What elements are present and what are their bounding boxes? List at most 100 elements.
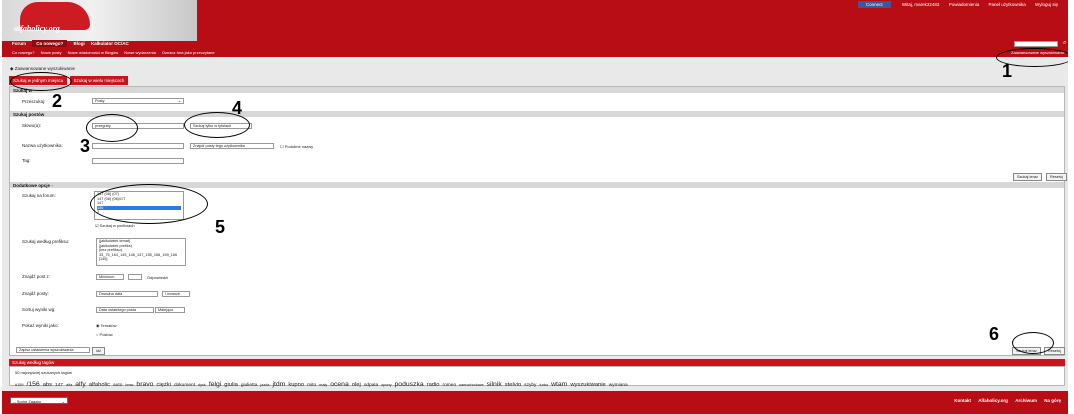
tag-link[interactable]: alfy <box>75 381 86 388</box>
nav-whats-new[interactable]: Co nowego? <box>32 40 68 47</box>
username-label: Nazwa użytkownika: <box>22 143 63 148</box>
tab-search-many-places[interactable]: Szukaj w wielu miejscach <box>69 76 129 85</box>
site-link[interactable]: Alfaholicy.org <box>978 398 1008 403</box>
tag-link[interactable]: felgi <box>209 381 221 388</box>
subnav-new-events[interactable]: Nowe wydarzenia <box>124 50 156 55</box>
subnav-whats-new[interactable]: Co nowego? <box>12 50 34 55</box>
post-count-input[interactable] <box>128 274 142 280</box>
tag-link[interactable]: odpala <box>364 383 378 388</box>
username-mode-select[interactable]: Znajdź posty tego użytkownika <box>190 143 274 149</box>
collapse-icon[interactable]: ◦ <box>51 183 53 188</box>
search-icon[interactable]: ⌕ <box>1063 40 1066 47</box>
annotation-ellipse-6 <box>1012 332 1054 354</box>
tag-link[interactable]: abs <box>43 382 52 388</box>
username-input[interactable] <box>92 143 184 149</box>
tag-link[interactable]: dokument <box>174 383 195 388</box>
notifications-link[interactable]: Powiadomienia <box>949 2 980 7</box>
prefix-option[interactable]: 33_75_164_145_146_147_155_156_159_166 <box>99 253 183 258</box>
tag-link[interactable]: turbo <box>539 383 548 387</box>
sort-order-select[interactable]: Malejąco <box>155 307 185 313</box>
tag-link[interactable]: bmw <box>125 383 133 387</box>
tag-link[interactable]: wymiana <box>609 383 628 388</box>
tag-link[interactable]: giulietta <box>241 383 258 388</box>
tag-input[interactable] <box>92 158 184 164</box>
username-link[interactable]: marek32483 <box>914 2 939 7</box>
tag-link[interactable]: kupno <box>288 382 304 388</box>
breadcrumb-current: Zaawansowane wyszukiwanie <box>14 66 75 71</box>
archive-link[interactable]: Archiwum <box>1015 398 1037 403</box>
prefix-label: Szukaj według prefiksu: <box>22 239 70 244</box>
annotation-number-1: 1 <box>1002 61 1013 81</box>
tag-link[interactable]: silnik <box>487 381 502 388</box>
username-mode-value: Znajdź posty tego użytkownika <box>193 144 245 148</box>
tag-link[interactable]: samochodowe <box>459 383 483 387</box>
tag-link[interactable]: wtam <box>551 381 567 388</box>
tag-link[interactable]: olej <box>352 382 361 388</box>
display-label: Pokaż wyniki jako: <box>22 323 59 328</box>
style-value: -- Sprint Zagato <box>13 399 41 404</box>
post-count-label: Znajdź post z: <box>22 274 51 279</box>
subforum-checkbox[interactable]: ☑ Szukaj w podforach <box>95 223 135 228</box>
tag-link[interactable]: opony <box>381 383 391 387</box>
tag-link[interactable]: ciężki <box>156 382 171 388</box>
nav-blogs[interactable]: Blogi <box>74 41 85 46</box>
tag-link[interactable]: romeo <box>443 383 457 388</box>
annotation-ellipse-2 <box>10 72 72 91</box>
date-label: Znajdź posty: <box>22 291 49 296</box>
tag-link[interactable]: auto <box>113 383 122 388</box>
tag-link[interactable]: /156 <box>26 381 39 388</box>
tag-link[interactable]: jazda <box>260 383 269 387</box>
display-topics-label: Tematów <box>100 323 117 328</box>
search-in-select[interactable]: Posty ⌄ <box>92 98 184 104</box>
tag-link[interactable]: wyszukiwanie <box>570 382 605 388</box>
tag-link[interactable]: dysk <box>198 383 206 387</box>
tag-link[interactable]: 147 <box>55 383 63 388</box>
logout-link[interactable]: Wyloguj się <box>1035 2 1058 7</box>
tag-link[interactable]: poduszka <box>395 381 424 388</box>
tag-label: Tag: <box>22 158 31 163</box>
post-count-select[interactable]: Minimum <box>96 274 124 280</box>
subnav-new-posts[interactable]: Nowe posty <box>41 50 62 55</box>
subnav-mark-read[interactable]: Oznacz fora jako przeczytane <box>162 50 215 55</box>
tag-link[interactable]: alfa <box>66 383 72 387</box>
nav-calculator[interactable]: Kalkulator OC/AC <box>91 41 129 46</box>
forum-label: Szukaj na forum: <box>22 193 56 198</box>
header-search-input[interactable] <box>1014 41 1058 47</box>
date-direction-select[interactable]: I nowsze <box>162 291 190 297</box>
prefix-list[interactable]: (jakikolwiek temat) (jakikolwiek prefiks… <box>96 238 186 266</box>
tag-link[interactable]: #159 <box>15 383 23 387</box>
display-topics-radio[interactable]: ◉ Tematów <box>96 323 117 328</box>
top-link[interactable]: Na górę <box>1044 398 1061 403</box>
facebook-connect-button[interactable]: Connect <box>857 1 891 8</box>
tag-link[interactable]: mały <box>319 383 327 387</box>
tag-link[interactable]: alfaholic <box>89 382 110 388</box>
contact-link[interactable]: Kontakt <box>954 398 971 403</box>
tag-link[interactable]: stelvio <box>505 382 521 388</box>
prefix-option[interactable]: [145] <box>99 257 183 262</box>
main-navigation: Forum Co nowego? Blogi Kalkulator OC/AC <box>12 40 134 47</box>
tags-header: Szukaj według tagów <box>9 359 1065 366</box>
tag-link[interactable]: bravo <box>136 381 153 388</box>
exact-name-option[interactable]: ☐ Podobne nazwy <box>280 144 313 149</box>
annotation-number-5: 5 <box>215 217 226 237</box>
page-frame: alfaholicy.org Connect Witaj, marek32483… <box>2 0 1068 414</box>
sort-select[interactable]: Data ostatniego posta <box>96 307 154 313</box>
tag-link[interactable]: mito <box>307 383 316 388</box>
user-panel-link[interactable]: Panel użytkownika <box>988 2 1025 7</box>
tag-link[interactable]: radio <box>427 382 440 388</box>
date-select[interactable]: Dowolna data <box>96 291 158 297</box>
top-search-button[interactable]: Szukaj teraz <box>1013 173 1042 181</box>
style-select[interactable]: -- Sprint Zagato ⌄ <box>10 397 68 404</box>
tag-link[interactable]: giulia <box>224 382 238 388</box>
tag-link[interactable]: jtdm <box>272 381 285 388</box>
nav-forum[interactable]: Forum <box>12 41 26 46</box>
tag-link[interactable]: szyby <box>524 383 536 388</box>
display-posts-radio[interactable]: ○ Postów <box>96 332 113 337</box>
go-button[interactable]: Idź <box>92 347 106 355</box>
subnav-new-blogs[interactable]: Nowe wiadomości w Blogów <box>68 50 118 55</box>
tag-link[interactable]: ocena <box>330 381 349 388</box>
welcome-text: Witaj, <box>901 2 914 7</box>
user-toolbar: Connect Witaj, marek32483 Powiadomienia … <box>857 1 1058 8</box>
top-reset-button[interactable]: Resetuj <box>1046 173 1067 181</box>
saved-search-select[interactable]: Zapisz ustawienia wyszukiwania <box>16 347 90 353</box>
